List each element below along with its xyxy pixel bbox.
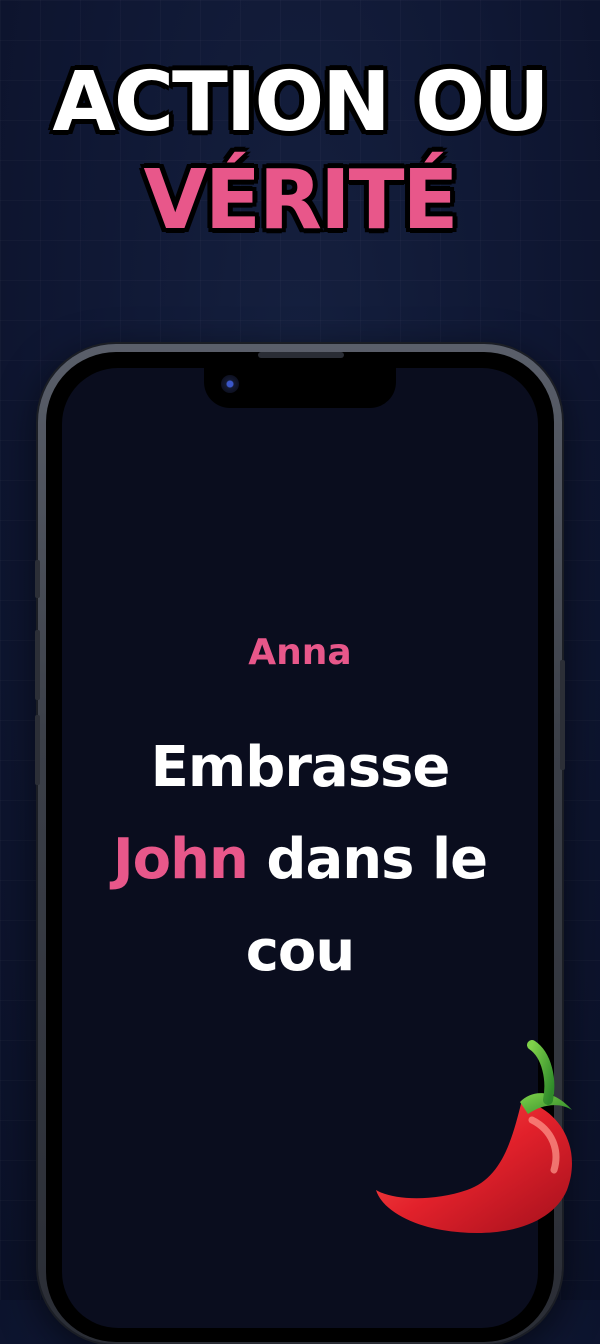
phone-volume-down [35, 715, 40, 785]
challenge-text: Embrasse John dans le cou [80, 722, 520, 998]
camera-icon [221, 375, 239, 393]
phone-silent-switch [35, 560, 40, 598]
challenge-text-part3: cou [245, 919, 356, 984]
challenge-target-player: John [112, 827, 249, 892]
hot-pepper-icon [376, 1040, 572, 1234]
phone-power-button [560, 660, 565, 770]
phone-speaker [258, 352, 344, 358]
headline-subtitle: VÉRITÉ [143, 153, 458, 248]
challenge-text-part1: Embrasse [150, 735, 451, 800]
player-name: Anna [248, 632, 352, 673]
challenge-text-part2: dans le [266, 827, 488, 892]
headline-title: ACTION OU [52, 55, 549, 150]
